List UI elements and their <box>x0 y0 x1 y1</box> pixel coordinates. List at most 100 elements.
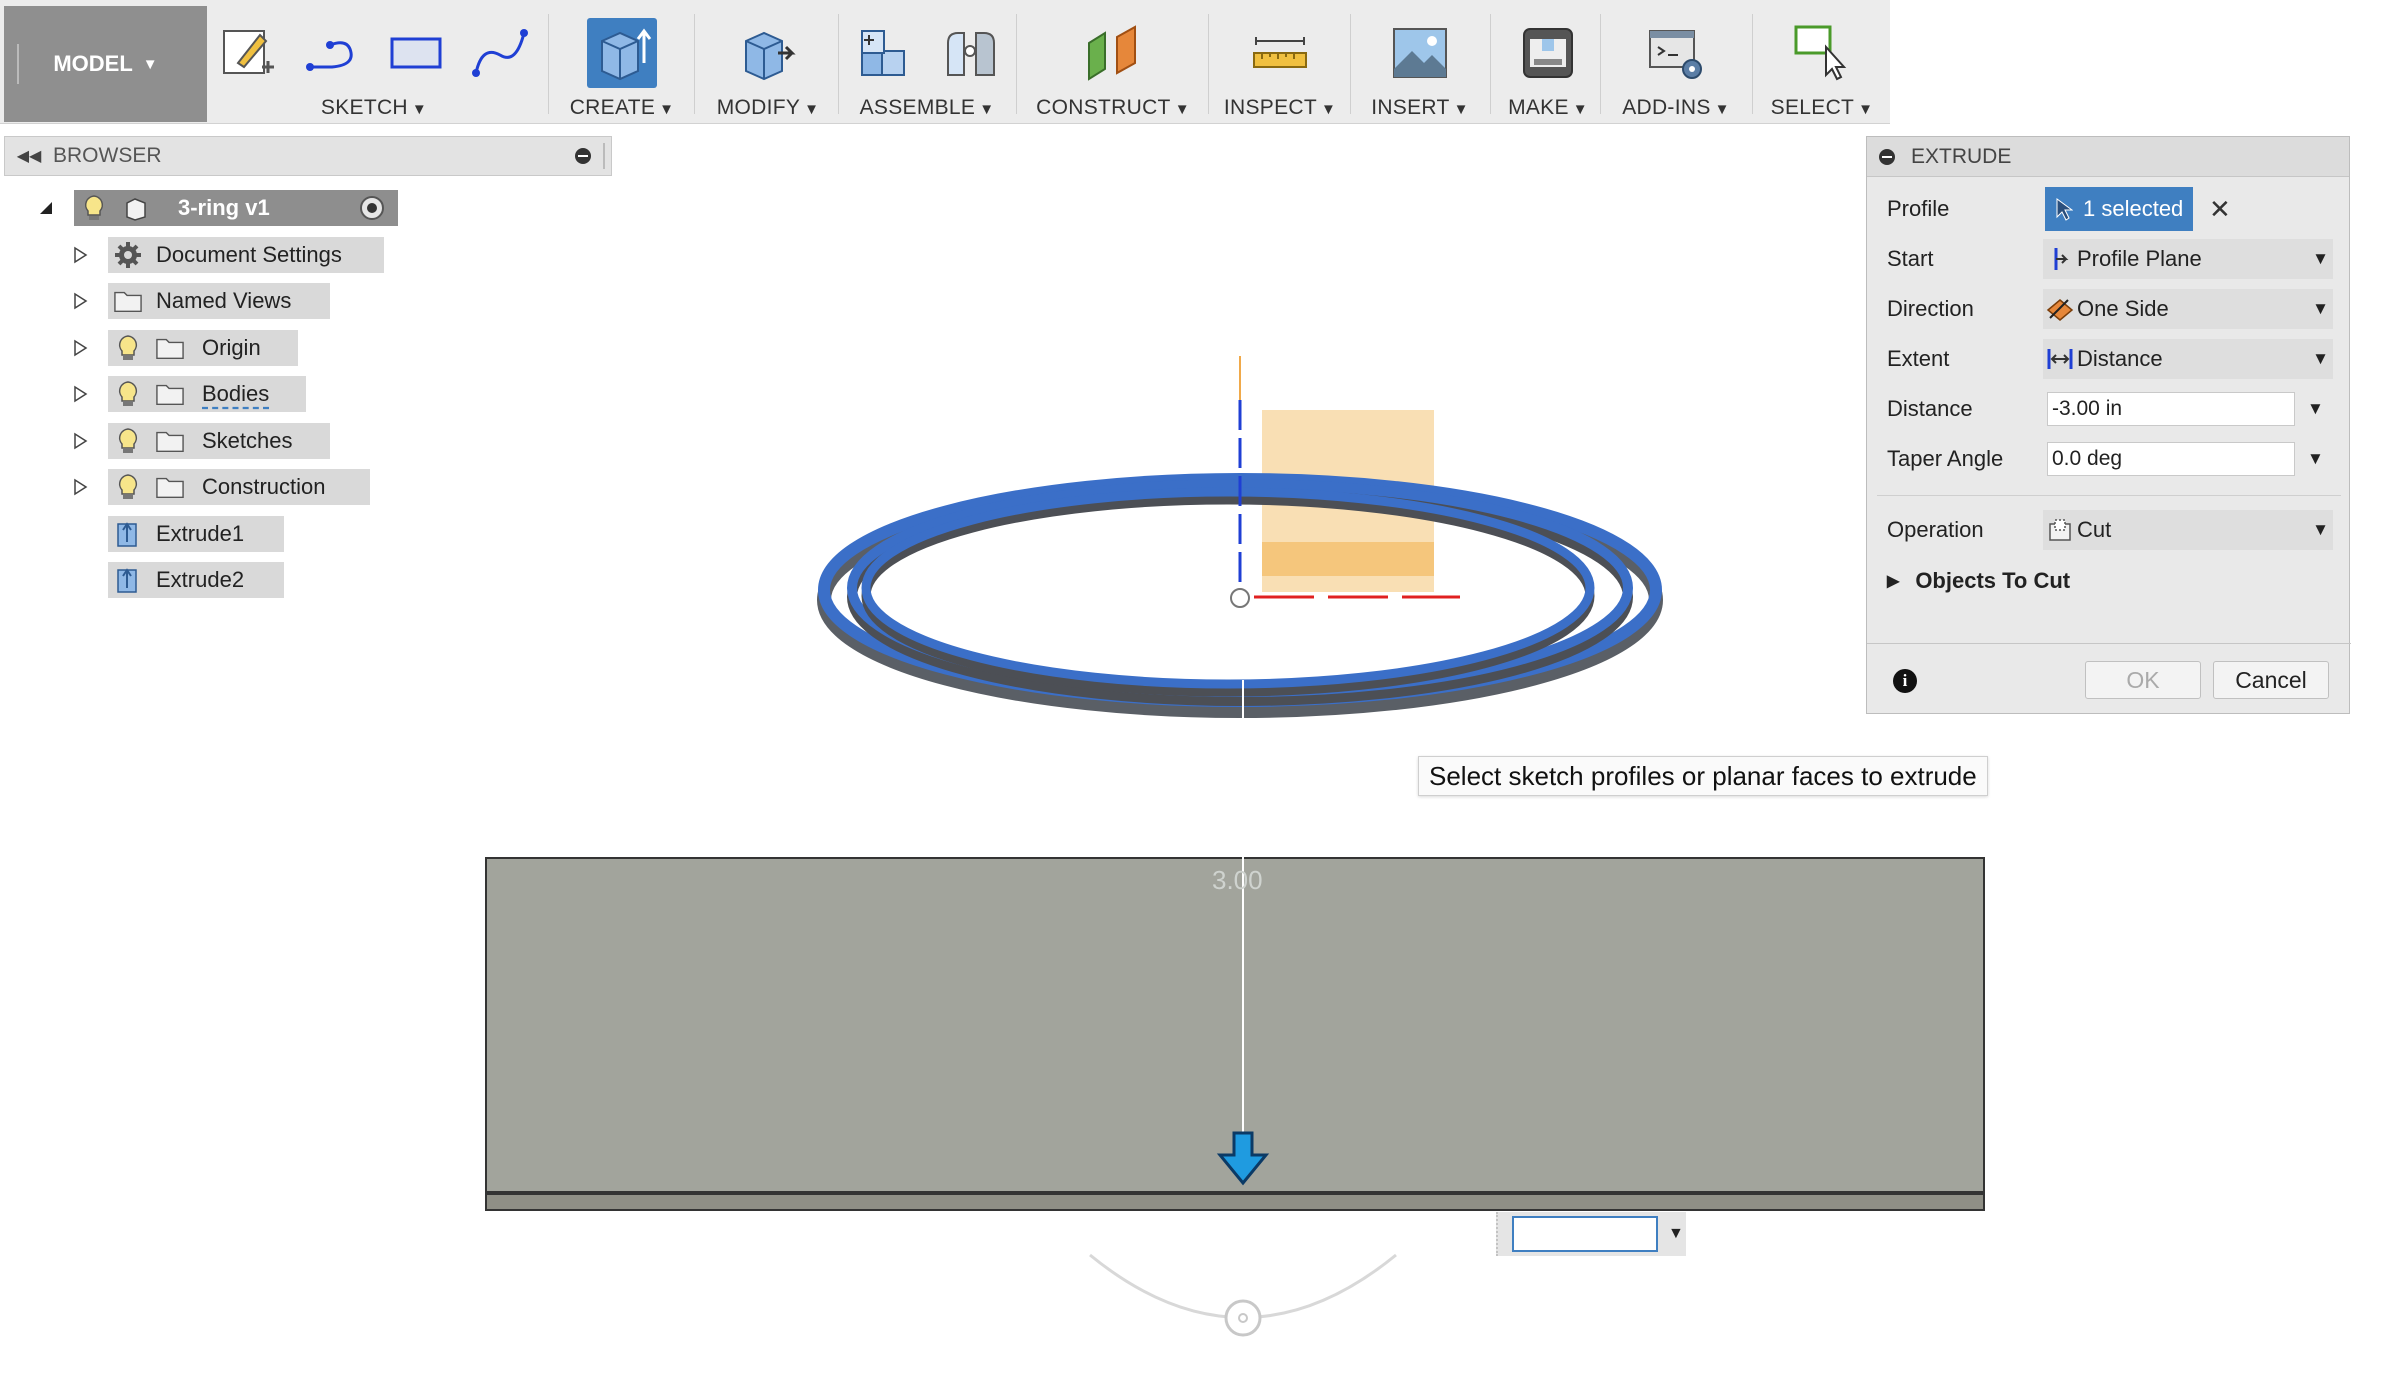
inspect-menu[interactable]: INSPECT ▼ <box>1212 96 1348 120</box>
minimize-icon[interactable] <box>575 148 591 164</box>
collapsed-triangle-icon[interactable] <box>70 384 90 404</box>
dialog-title-bar[interactable]: EXTRUDE <box>1867 137 2349 177</box>
lightbulb-icon[interactable] <box>114 380 142 408</box>
cancel-button[interactable]: Cancel <box>2213 661 2329 699</box>
expanded-triangle-icon[interactable] <box>36 198 56 218</box>
collapsed-triangle-icon[interactable] <box>70 245 90 265</box>
construction-node[interactable]: Construction <box>108 469 370 505</box>
construct-menu[interactable]: CONSTRUCT ▼ <box>1020 96 1206 120</box>
browser-header: ◀◀ BROWSER <box>4 136 612 176</box>
extrude1-node[interactable]: Extrude1 <box>108 516 284 552</box>
extent-select[interactable]: Distance ▼ <box>2043 339 2333 379</box>
chevron-down-icon: ▼ <box>2312 520 2329 539</box>
taper-angle-row: Taper Angle ▼ <box>1867 437 2351 481</box>
insert-menu[interactable]: INSERT ▼ <box>1352 96 1488 120</box>
make-menu[interactable]: MAKE ▼ <box>1494 96 1602 120</box>
distance-label: Distance <box>1887 396 1973 421</box>
start-value: Profile Plane <box>2077 246 2202 271</box>
lightbulb-icon[interactable] <box>114 473 142 501</box>
document-settings-node[interactable]: Document Settings <box>108 237 384 273</box>
make-group: MAKE ▼ <box>1494 0 1602 124</box>
rectangle-icon[interactable] <box>382 18 450 88</box>
chevron-down-icon[interactable]: ▼ <box>1668 1225 1684 1243</box>
cursor-arrow-icon <box>2056 198 2073 221</box>
create-menu[interactable]: CREATE ▼ <box>554 96 690 120</box>
distance-field[interactable] <box>2047 392 2295 426</box>
direction-value: One Side <box>2077 296 2169 321</box>
profile-row: Profile 1 selected ✕ <box>1867 187 2351 231</box>
lightbulb-icon[interactable] <box>80 194 108 222</box>
direction-select[interactable]: One Side ▼ <box>2043 289 2333 329</box>
bodies-node[interactable]: Bodies <box>108 376 306 412</box>
tree-item-label: Document Settings <box>156 242 342 267</box>
select-menu[interactable]: SELECT ▼ <box>1756 96 1888 120</box>
add-ins-menu[interactable]: ADD-INS ▼ <box>1604 96 1748 120</box>
folder-icon <box>156 380 184 408</box>
tree-item-label: Extrude1 <box>156 521 245 546</box>
lightbulb-icon[interactable] <box>114 334 142 362</box>
folder-icon <box>156 427 184 455</box>
panel-grip[interactable] <box>603 143 607 169</box>
collapsed-triangle-icon[interactable] <box>70 431 90 451</box>
component-icon <box>122 194 150 222</box>
modify-menu[interactable]: MODIFY ▼ <box>700 96 836 120</box>
root-label: 3-ring v1 <box>178 195 270 220</box>
scripts-addins-icon[interactable] <box>1641 18 1711 88</box>
named-views-node[interactable]: Named Views <box>108 283 330 319</box>
assemble-menu[interactable]: ASSEMBLE ▼ <box>842 96 1012 120</box>
distance-row: Distance ▼ <box>1867 387 2351 431</box>
info-icon[interactable]: i <box>1893 669 1917 693</box>
extent-row: Extent Distance ▼ <box>1867 337 2351 381</box>
assemble-group: ASSEMBLE ▼ <box>842 0 1012 124</box>
minimize-icon[interactable] <box>1879 148 1895 165</box>
create-sketch-icon[interactable] <box>214 18 282 88</box>
chevron-down-icon[interactable]: ▼ <box>2307 449 2324 469</box>
objects-to-cut-section[interactable]: ▶ Objects To Cut <box>1887 568 2070 594</box>
select-group: SELECT ▼ <box>1756 0 1888 124</box>
expand-triangle-icon: ▶ <box>1887 573 1900 590</box>
origin-node[interactable]: Origin <box>108 330 298 366</box>
start-select[interactable]: Profile Plane ▼ <box>2043 239 2333 279</box>
extent-value: Distance <box>2077 346 2163 371</box>
lightbulb-icon[interactable] <box>114 427 142 455</box>
offset-plane-icon[interactable] <box>1078 18 1148 88</box>
collapsed-triangle-icon[interactable] <box>70 477 90 497</box>
angle-manipulator[interactable] <box>1089 1253 1397 1337</box>
extrude2-node[interactable]: Extrude2 <box>108 562 284 598</box>
clear-selection-icon[interactable]: ✕ <box>2209 194 2231 225</box>
extrude-feature-icon <box>114 566 142 594</box>
extrude-icon[interactable] <box>587 18 657 88</box>
line-icon[interactable] <box>298 18 366 88</box>
distance-value-input[interactable] <box>1512 1216 1658 1252</box>
new-component-icon[interactable] <box>849 18 919 88</box>
select-tool-icon[interactable] <box>1787 18 1857 88</box>
insert-image-icon[interactable] <box>1385 18 1455 88</box>
collapsed-triangle-icon[interactable] <box>70 291 90 311</box>
press-pull-icon[interactable] <box>733 18 803 88</box>
folder-icon <box>114 287 142 315</box>
sketch-menu[interactable]: SKETCH ▼ <box>214 96 534 120</box>
collapse-panel-icon[interactable]: ◀◀ <box>5 146 53 166</box>
activate-radio-icon[interactable] <box>358 194 386 222</box>
construct-group: CONSTRUCT ▼ <box>1020 0 1206 124</box>
operation-select[interactable]: Cut ▼ <box>2043 510 2333 550</box>
taper-angle-field[interactable] <box>2047 442 2295 476</box>
profile-selection-button[interactable]: 1 selected <box>2045 187 2193 231</box>
spline-icon[interactable] <box>466 18 534 88</box>
measure-icon[interactable] <box>1245 18 1315 88</box>
sketches-node[interactable]: Sketches <box>108 423 330 459</box>
main-toolbar: MODEL ▼ SKETCH ▼ CREATE ▼ MODIFY ▼ ASSEM… <box>0 0 1890 124</box>
tree-item-label: Origin <box>202 335 261 360</box>
cut-icon <box>2043 518 2077 542</box>
workspace-switcher[interactable]: MODEL ▼ <box>4 6 207 122</box>
tree-root-node[interactable]: 3-ring v1 <box>74 190 398 226</box>
joint-icon[interactable] <box>935 18 1005 88</box>
3d-print-icon[interactable] <box>1513 18 1583 88</box>
chevron-down-icon[interactable]: ▼ <box>2307 399 2324 419</box>
extrude-feature-icon <box>114 520 142 548</box>
chevron-down-icon: ▼ <box>2312 299 2329 318</box>
collapsed-triangle-icon[interactable] <box>70 338 90 358</box>
ok-button[interactable]: OK <box>2085 661 2201 699</box>
toolbar-grip <box>17 44 21 84</box>
tree-item-label: Named Views <box>156 288 292 313</box>
